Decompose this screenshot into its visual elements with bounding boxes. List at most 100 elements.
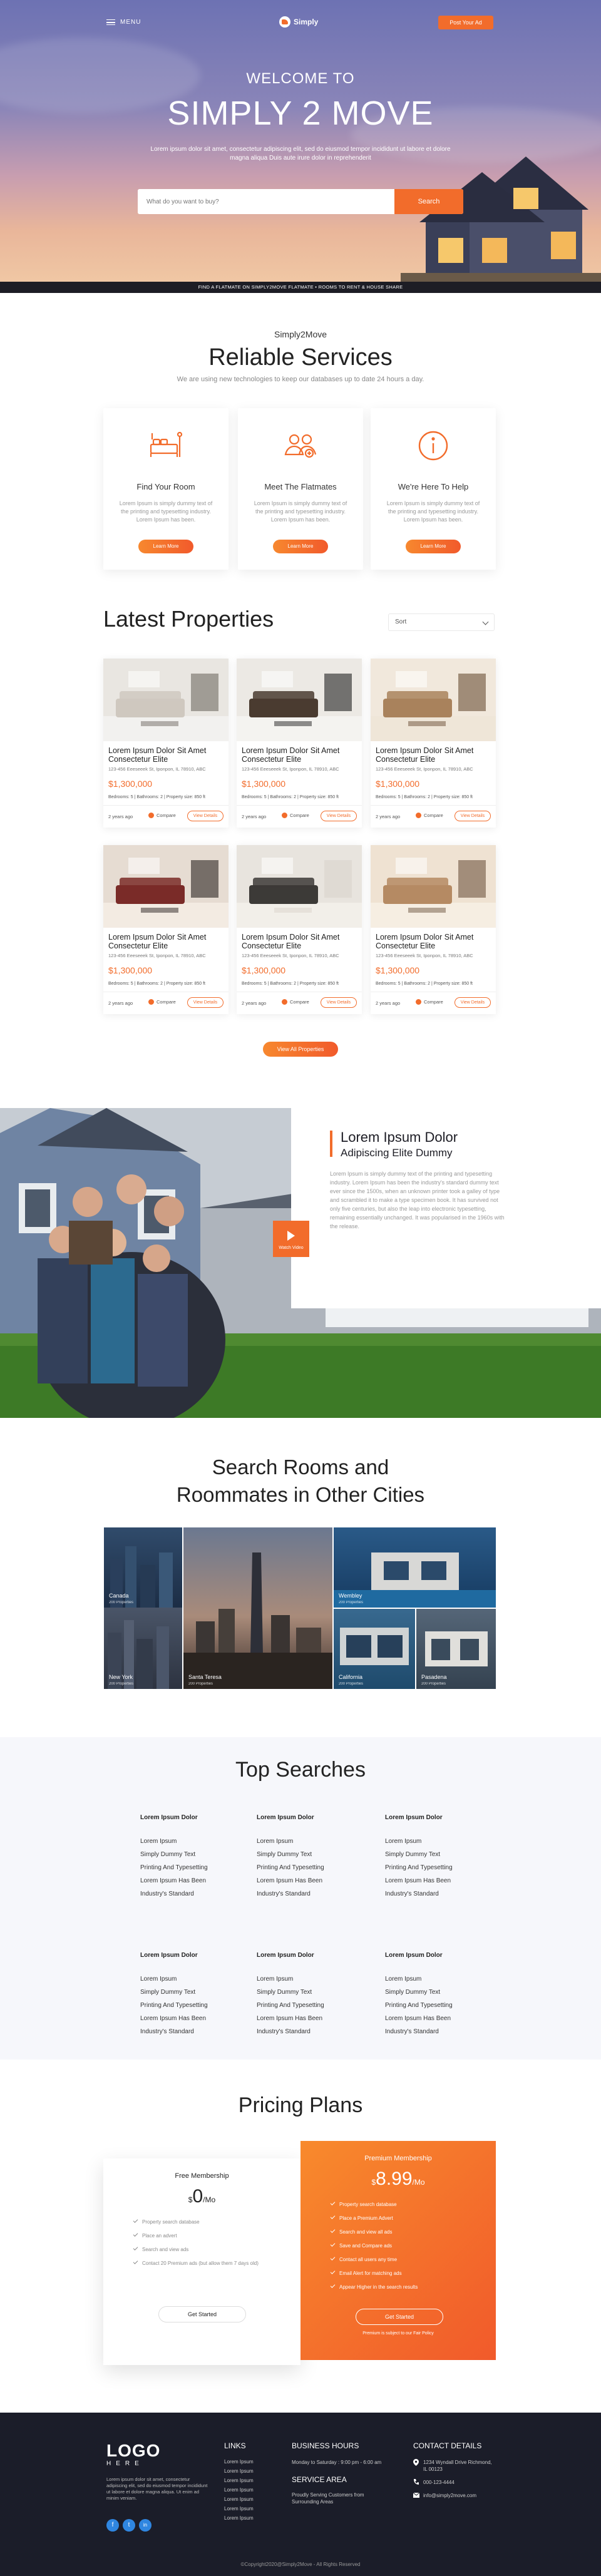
city-tile-santa-teresa[interactable]: Santa Teresa 200 Properties: [183, 1527, 332, 1689]
top-search-link[interactable]: Industry's Standard: [140, 2025, 253, 2038]
top-search-link[interactable]: Lorem Ipsum: [140, 1973, 253, 1986]
city-tile-wembley[interactable]: Wembley 200 Properties: [334, 1527, 496, 1608]
top-nav: MENU Simply Post Your Ad: [0, 0, 601, 45]
post-ad-button[interactable]: Post Your Ad: [438, 16, 493, 29]
property-image[interactable]: [237, 659, 362, 741]
compare-icon: [282, 999, 287, 1005]
service-card: Meet The Flatmates Lorem Ipsum is simply…: [238, 408, 363, 570]
top-search-link[interactable]: Simply Dummy Text: [257, 1986, 369, 1999]
property-image[interactable]: [103, 845, 229, 928]
top-search-link[interactable]: Lorem Ipsum: [257, 1835, 369, 1848]
footer-link[interactable]: Lorem Ipsum: [224, 2496, 254, 2502]
sort-label: Sort: [395, 618, 407, 625]
learn-more-button[interactable]: Learn More: [138, 540, 193, 553]
sort-select[interactable]: Sort: [388, 613, 495, 631]
linkedin-icon[interactable]: in: [139, 2519, 152, 2532]
compare-button[interactable]: Compare: [416, 813, 443, 818]
search-button[interactable]: Search: [394, 189, 463, 214]
menu-button[interactable]: MENU: [106, 19, 141, 26]
get-started-button[interactable]: Get Started: [356, 2309, 443, 2325]
top-search-link[interactable]: Industry's Standard: [140, 1887, 253, 1901]
top-search-link[interactable]: Industry's Standard: [257, 2025, 369, 2038]
footer-link[interactable]: Lorem Ipsum: [224, 2459, 254, 2465]
top-search-link[interactable]: Simply Dummy Text: [385, 1986, 498, 1999]
top-search-link[interactable]: Printing And Typesetting: [385, 1861, 498, 1874]
top-search-link[interactable]: Lorem Ipsum Has Been: [140, 1874, 253, 1887]
twitter-icon[interactable]: t: [123, 2519, 135, 2532]
learn-more-button[interactable]: Learn More: [273, 540, 328, 553]
property-title[interactable]: Lorem Ipsum Dolor Sit Amet Consectetur E…: [108, 933, 225, 950]
get-started-button[interactable]: Get Started: [158, 2306, 246, 2322]
footer-link[interactable]: Lorem Ipsum: [224, 2468, 254, 2474]
footer-link[interactable]: Lorem Ipsum: [224, 2487, 254, 2493]
learn-more-button[interactable]: Learn More: [406, 540, 461, 553]
plan-feature: Email Alert for matching ads: [331, 2270, 475, 2277]
view-details-button[interactable]: View Details: [455, 811, 491, 821]
city-tile-new-york[interactable]: New York 200 Properties: [104, 1608, 182, 1689]
compare-label: Compare: [157, 999, 176, 1005]
top-search-link[interactable]: Lorem Ipsum Has Been: [257, 2012, 369, 2025]
top-search-link[interactable]: Industry's Standard: [385, 1887, 498, 1901]
city-tile-canada[interactable]: Canada 200 Properties: [104, 1527, 182, 1608]
city-tile-california[interactable]: California 200 Properties: [334, 1609, 415, 1689]
compare-button[interactable]: Compare: [282, 813, 309, 818]
footer-link[interactable]: Lorem Ipsum: [224, 2515, 254, 2521]
top-search-link[interactable]: Lorem Ipsum Has Been: [385, 2012, 498, 2025]
top-search-link[interactable]: Printing And Typesetting: [140, 1999, 253, 2012]
compare-button[interactable]: Compare: [148, 999, 176, 1005]
footer-logo[interactable]: LOGO: [106, 2442, 160, 2460]
info-icon: [418, 431, 448, 461]
top-search-link[interactable]: Printing And Typesetting: [140, 1861, 253, 1874]
property-image[interactable]: [237, 845, 362, 928]
facebook-icon[interactable]: f: [106, 2519, 119, 2532]
plan-feature: Search and view all ads: [331, 2229, 475, 2235]
footer-link[interactable]: Lorem Ipsum: [224, 2506, 254, 2512]
top-search-column: Lorem Ipsum Dolor Lorem Ipsum Simply Dummy…: [140, 1952, 253, 2038]
footer-link[interactable]: Lorem Ipsum: [224, 2478, 254, 2483]
play-video-button[interactable]: Watch Video: [273, 1221, 309, 1257]
property-age: 2 years ago: [242, 1000, 267, 1006]
view-all-properties-button[interactable]: View All Properties: [263, 1042, 338, 1057]
property-image[interactable]: [371, 845, 496, 928]
site-logo[interactable]: Simply: [279, 16, 318, 28]
property-address: 123-456 Eeeseeek St, Iponpon, IL 78910, …: [242, 953, 339, 958]
top-search-link[interactable]: Simply Dummy Text: [140, 1986, 253, 1999]
view-details-button[interactable]: View Details: [321, 997, 357, 1008]
top-search-link[interactable]: Lorem Ipsum: [385, 1835, 498, 1848]
footer-email[interactable]: info@simply2move.com: [423, 2492, 476, 2499]
property-title[interactable]: Lorem Ipsum Dolor Sit Amet Consectetur E…: [242, 933, 358, 950]
top-search-link[interactable]: Industry's Standard: [257, 1887, 369, 1901]
top-search-link[interactable]: Lorem Ipsum: [385, 1973, 498, 1986]
top-search-link[interactable]: Simply Dummy Text: [140, 1848, 253, 1861]
property-title[interactable]: Lorem Ipsum Dolor Sit Amet Consectetur E…: [242, 746, 358, 764]
property-image[interactable]: [371, 659, 496, 741]
view-details-button[interactable]: View Details: [321, 811, 357, 821]
services-title: Reliable Services: [208, 344, 393, 371]
top-search-link[interactable]: Lorem Ipsum: [140, 1835, 253, 1848]
top-search-link[interactable]: Lorem Ipsum Has Been: [385, 1874, 498, 1887]
view-details-button[interactable]: View Details: [187, 811, 223, 821]
top-search-link[interactable]: Lorem Ipsum Has Been: [257, 1874, 369, 1887]
property-title[interactable]: Lorem Ipsum Dolor Sit Amet Consectetur E…: [108, 746, 225, 764]
top-search-link[interactable]: Industry's Standard: [385, 2025, 498, 2038]
search-input[interactable]: [138, 189, 394, 214]
view-details-button[interactable]: View Details: [187, 997, 223, 1008]
top-search-link[interactable]: Lorem Ipsum: [257, 1973, 369, 1986]
top-search-link[interactable]: Printing And Typesetting: [385, 1999, 498, 2012]
view-details-button[interactable]: View Details: [455, 997, 491, 1008]
compare-button[interactable]: Compare: [416, 999, 443, 1005]
top-search-link[interactable]: Printing And Typesetting: [257, 1999, 369, 2012]
top-search-link[interactable]: Simply Dummy Text: [257, 1848, 369, 1861]
compare-button[interactable]: Compare: [282, 999, 309, 1005]
property-title[interactable]: Lorem Ipsum Dolor Sit Amet Consectetur E…: [376, 933, 492, 950]
top-search-link[interactable]: Simply Dummy Text: [385, 1848, 498, 1861]
property-card: Lorem Ipsum Dolor Sit Amet Consectetur E…: [103, 845, 229, 1014]
top-search-link[interactable]: Lorem Ipsum Has Been: [140, 2012, 253, 2025]
free-plan-card: Free Membership $0/Mo Property search da…: [103, 2158, 300, 2365]
city-tile-pasadena[interactable]: Pasadena 200 Properties: [416, 1609, 496, 1689]
property-image[interactable]: [103, 659, 229, 741]
top-search-link[interactable]: Printing And Typesetting: [257, 1861, 369, 1874]
property-title[interactable]: Lorem Ipsum Dolor Sit Amet Consectetur E…: [376, 746, 492, 764]
footer-phone[interactable]: 000-123-4444: [423, 2479, 455, 2486]
compare-button[interactable]: Compare: [148, 813, 176, 818]
